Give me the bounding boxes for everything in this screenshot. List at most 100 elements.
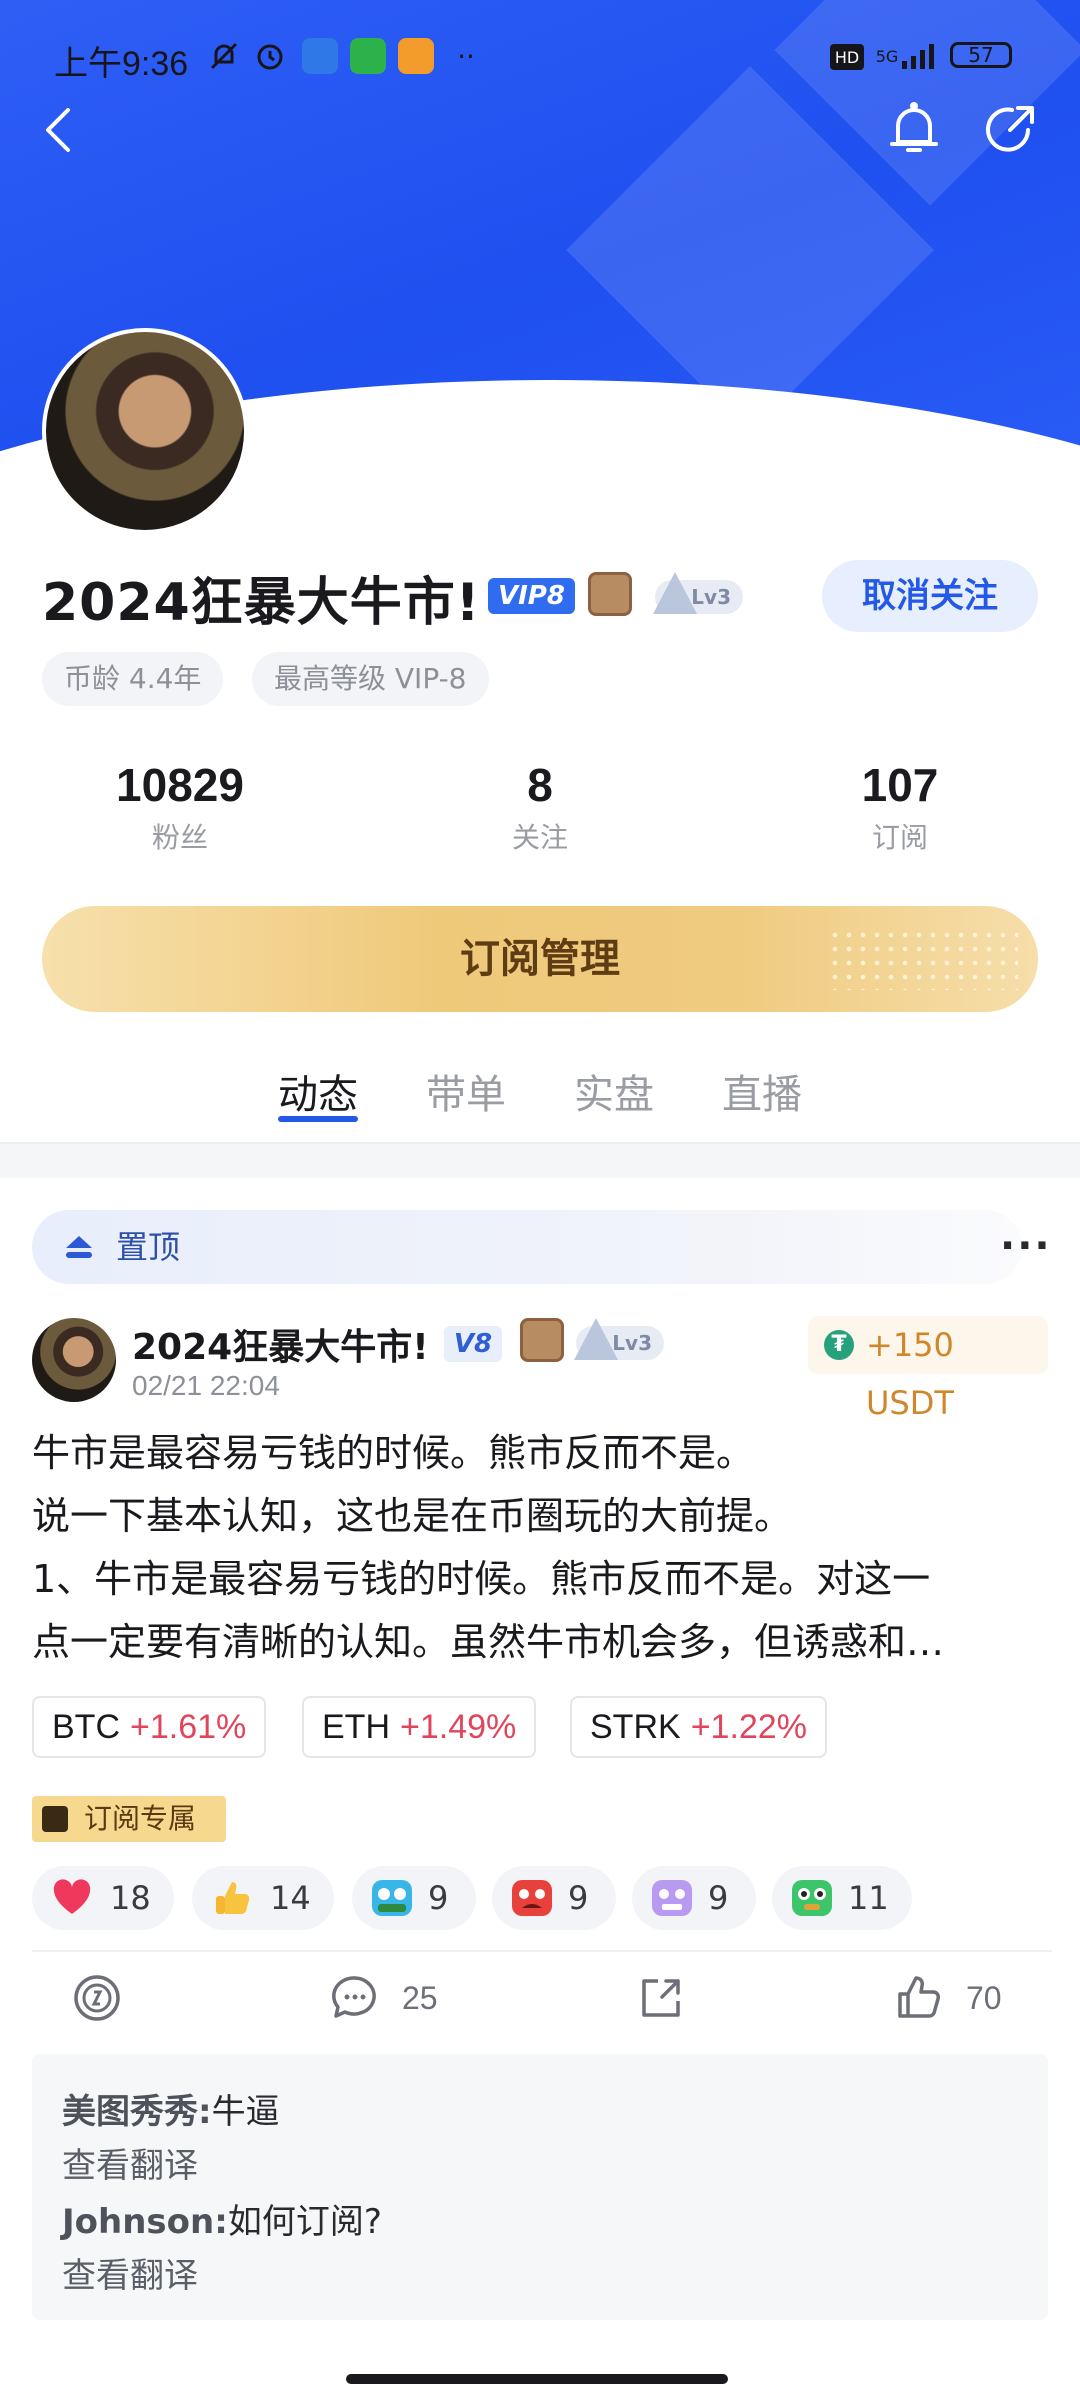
level-badge-label: Lv3 <box>612 1331 652 1355</box>
level-badge[interactable]: Lv3 <box>574 1318 664 1360</box>
home-indicator[interactable] <box>346 2374 728 2384</box>
comment-button[interactable]: 25 <box>330 1970 450 2026</box>
mute-bell-icon <box>206 38 242 74</box>
trader-badge-icon[interactable] <box>588 572 632 616</box>
followers-label: 粉丝 <box>151 821 208 854</box>
signal-icon <box>900 38 940 74</box>
reaction-count: 9 <box>428 1879 449 1917</box>
profile-name: 2024狂暴大牛市! <box>42 573 481 633</box>
heart-icon <box>50 1876 94 1920</box>
coin-change: +1.49% <box>400 1708 517 1746</box>
section-separator <box>0 1142 1080 1178</box>
following-count: 8 <box>527 759 553 811</box>
tab-copy-trading[interactable]: 带单 <box>426 1062 506 1120</box>
post-line: 点一定要有清晰的认知。虽然牛市机会多，但诱惑和… <box>32 1620 945 1664</box>
reaction-angry[interactable]: 9 <box>492 1866 616 1930</box>
exclusive-label: 订阅专属 <box>84 1802 197 1835</box>
post-author-avatar[interactable] <box>32 1318 116 1402</box>
comment-text: 如何订阅? <box>227 2202 382 2242</box>
coin-symbol: BTC <box>52 1708 120 1746</box>
diamond-icon <box>42 1806 68 1832</box>
reaction-hodl[interactable]: 9 <box>352 1866 476 1930</box>
hodl-emoji-icon <box>370 1876 414 1920</box>
pin-icon <box>62 1230 96 1264</box>
angry-emoji-icon <box>510 1876 554 1920</box>
comment-item: 美图秀秀:牛逼 <box>62 2084 280 2133</box>
tip-button[interactable] <box>72 1970 124 2026</box>
reaction-count: 9 <box>568 1879 589 1917</box>
share-icon[interactable] <box>982 100 1038 156</box>
comment-item: Johnson:如何订阅? <box>62 2194 382 2243</box>
notification-bell-icon[interactable] <box>886 98 942 158</box>
back-arrow-icon[interactable] <box>40 104 80 156</box>
coin-change: +1.22% <box>690 1708 807 1746</box>
view-translation-link[interactable]: 查看翻译 <box>62 2248 198 2297</box>
post-line: 1、牛市是最容易亏钱的时候。熊市反而不是。对这一 <box>32 1557 931 1601</box>
comment-user: 美图秀秀: <box>62 2092 212 2132</box>
coin-chip-strk[interactable]: STRK +1.22% <box>570 1696 827 1758</box>
active-tab-indicator <box>278 1116 358 1122</box>
following-label: 关注 <box>511 821 568 854</box>
status-time: 上午9:36 <box>54 45 189 83</box>
status-bar: 上午9:36 ·· HD 5G 57 <box>0 30 1080 86</box>
vip-short-badge[interactable]: V8 <box>444 1326 502 1362</box>
like-button[interactable]: 70 <box>894 1970 1024 2026</box>
reaction-count: 11 <box>848 1879 889 1917</box>
tab-live-account[interactable]: 实盘 <box>574 1062 654 1120</box>
stat-followers[interactable]: 10829 粉丝 <box>70 758 290 856</box>
comment-count: 25 <box>402 1980 438 2016</box>
subscription-manage-button[interactable]: 订阅管理 <box>42 906 1038 1012</box>
share-post-icon <box>642 1979 680 2017</box>
battery-icon: 57 <box>950 42 1012 68</box>
reaction-count: 9 <box>708 1879 729 1917</box>
green-emoji-icon <box>790 1876 834 1920</box>
like-count: 70 <box>966 1980 1002 2016</box>
coin-change: +1.61% <box>130 1708 247 1746</box>
purple-emoji-icon <box>650 1876 694 1920</box>
subscriptions-label: 订阅 <box>871 821 928 854</box>
post-body[interactable]: 牛市是最容易亏钱的时候。熊市反而不是。 说一下基本认知，这也是在币圈玩的大前提。… <box>32 1422 1052 1674</box>
vip-badge[interactable]: VIP8 <box>488 578 575 614</box>
battery-level: 57 <box>968 43 994 67</box>
reaction-purple[interactable]: 9 <box>632 1866 756 1930</box>
reaction-count: 18 <box>110 1879 151 1917</box>
comment-icon <box>332 1976 376 2018</box>
more-options-icon[interactable]: ··· <box>1000 1226 1052 1266</box>
coin-chip-eth[interactable]: ETH +1.49% <box>302 1696 537 1758</box>
reward-badge[interactable]: ₮ +150 USDT <box>808 1316 1048 1422</box>
pinned-banner: 置顶 <box>32 1210 1022 1284</box>
hd-icon: HD <box>830 44 864 70</box>
post-timestamp: 02/21 22:04 <box>132 1370 280 1401</box>
stat-following[interactable]: 8 关注 <box>430 758 650 856</box>
wechat-icon <box>350 38 386 74</box>
share-post-button[interactable] <box>636 1970 688 2026</box>
level-badge[interactable]: Lv3 <box>653 572 743 614</box>
max-level-chip: 最高等级 VIP-8 <box>252 652 489 706</box>
tab-posts[interactable]: 动态 <box>278 1062 358 1120</box>
coin-symbol: ETH <box>322 1708 390 1746</box>
stat-subscriptions[interactable]: 107 订阅 <box>790 758 1010 856</box>
reaction-heart[interactable]: 18 <box>32 1866 174 1930</box>
subscription-manage-label: 订阅管理 <box>460 936 620 982</box>
post-author-name[interactable]: 2024狂暴大牛市! <box>132 1318 429 1370</box>
reward-amount: +150 USDT <box>866 1326 954 1422</box>
followers-count: 10829 <box>116 759 244 811</box>
profile-tabs: 动态 带单 实盘 直播 <box>0 1062 1080 1142</box>
unfollow-button[interactable]: 取消关注 <box>822 560 1038 632</box>
tab-livestream[interactable]: 直播 <box>722 1062 802 1120</box>
coin-chip-btc[interactable]: BTC +1.61% <box>32 1696 267 1758</box>
thumbs-up-icon <box>898 1976 940 2018</box>
comment-preview-box[interactable]: 美图秀秀:牛逼 查看翻译 Johnson:如何订阅? 查看翻译 <box>32 2054 1048 2320</box>
alarm-icon <box>252 38 288 74</box>
app-notification-icon <box>302 38 338 74</box>
trader-badge-icon[interactable] <box>520 1318 564 1362</box>
post-line: 说一下基本认知，这也是在币圈玩的大前提。 <box>32 1494 793 1538</box>
reaction-green[interactable]: 11 <box>772 1866 912 1930</box>
comment-text: 牛逼 <box>211 2092 280 2132</box>
more-notifications-icon: ·· <box>457 39 475 73</box>
reaction-thumbs-up[interactable]: 14 <box>192 1866 334 1930</box>
usdt-coin-icon: ₮ <box>824 1330 854 1360</box>
level-triangle-icon <box>574 1318 618 1360</box>
view-translation-link[interactable]: 查看翻译 <box>62 2138 198 2187</box>
profile-avatar[interactable] <box>42 328 248 534</box>
